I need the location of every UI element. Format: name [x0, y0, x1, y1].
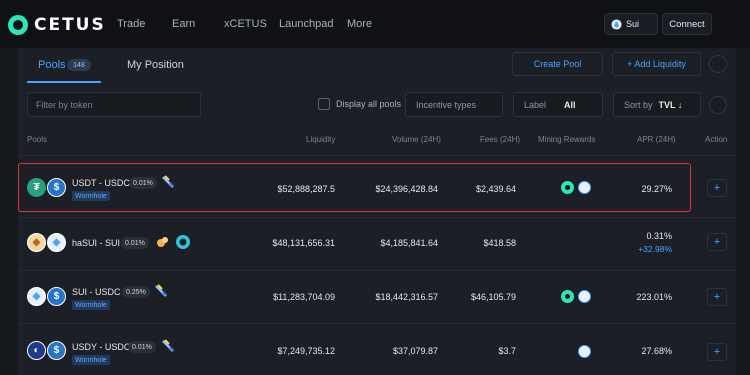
refresh-icon[interactable] — [709, 96, 727, 114]
create-pool-button[interactable]: Create Pool — [512, 52, 603, 76]
incentive-icon — [155, 284, 167, 297]
settings-icon[interactable] — [709, 55, 727, 73]
chain-name: Sui — [626, 19, 640, 29]
top-nav: CETUS Trade Earn xCETUS Launchpad More S… — [0, 0, 750, 48]
col-fees: Fees (24H) — [480, 135, 521, 144]
apr-value: 29.27% — [641, 184, 672, 194]
apr-value: 0.31% — [646, 231, 672, 241]
incentive-icon — [157, 237, 168, 247]
fees-value: $3.7 — [498, 346, 516, 356]
tab-pools[interactable]: Pools — [38, 59, 66, 71]
fee-tier-badge: 0.01% — [121, 237, 149, 249]
fee-tier-badge: 0.25% — [122, 286, 150, 298]
cetus-reward-icon — [561, 290, 574, 303]
volume-value: $18,442,316.57 — [375, 292, 438, 302]
fee-tier-badge: 0.01% — [129, 177, 157, 189]
fee-tier-badge: 0.01% — [128, 341, 156, 353]
incentive-icon — [162, 339, 174, 352]
apr-boost-value: +32.98% — [638, 244, 672, 254]
connect-button[interactable]: Connect — [662, 13, 712, 35]
col-mining-rewards: Mining Rewards — [538, 135, 596, 144]
liquidity-value: $7,249,735.12 — [277, 346, 335, 356]
col-volume: Volume (24H) — [392, 135, 441, 144]
col-liquidity: Liquidity — [306, 135, 336, 144]
sui-reward-icon — [578, 345, 591, 358]
cetus-reward-icon — [561, 181, 574, 194]
hasui-icon: ◆ — [27, 233, 46, 252]
sui-icon — [611, 18, 622, 30]
volume-value: $4,185,841.64 — [380, 238, 438, 248]
col-action: Action — [705, 135, 728, 144]
wormhole-badge: Wormhole — [72, 300, 110, 310]
add-liquidity-button[interactable]: + Add Liquidity — [612, 52, 701, 76]
volume-value: $37,079.87 — [392, 346, 438, 356]
cetus-logo-icon — [8, 15, 28, 35]
sort-select-value: TVL ↓ — [658, 99, 683, 110]
wormhole-badge: Wormhole — [72, 191, 110, 201]
usdc-icon: $ — [47, 287, 66, 306]
fees-value: $418.58 — [483, 238, 516, 248]
pair-name[interactable]: haSUI - SUI — [72, 238, 120, 248]
col-pools: Pools — [27, 135, 48, 144]
cetus-logo[interactable]: CETUS — [8, 14, 106, 36]
sort-select[interactable]: Sort by TVL ↓ — [613, 92, 701, 117]
display-all-label: Display all pools — [336, 99, 402, 109]
sui-icon: ◆ — [27, 287, 46, 306]
pair-name[interactable]: USDY - USDC — [72, 342, 130, 352]
fees-value: $2,439.64 — [475, 184, 516, 194]
chain-selector[interactable]: Sui — [604, 13, 658, 35]
nav-trade[interactable]: Trade — [117, 18, 145, 30]
nav-launchpad[interactable]: Launchpad — [279, 18, 333, 30]
label-select-value: All — [564, 99, 576, 110]
label-select[interactable]: Label All — [513, 92, 603, 117]
row-divider — [18, 270, 736, 271]
add-liquidity-row-button[interactable]: + — [707, 179, 727, 197]
apr-value: 27.68% — [641, 346, 672, 356]
nav-earn[interactable]: Earn — [172, 18, 195, 30]
liquidity-value: $11,283,704.09 — [273, 292, 335, 302]
liquidity-value: $52,888,287.5 — [277, 184, 335, 194]
liquidity-value: $48,131,656.31 — [272, 238, 335, 248]
sort-select-prefix: Sort by — [624, 99, 653, 110]
incentive-icon — [176, 235, 190, 249]
usdy-icon: ◐ — [27, 341, 46, 360]
filter-token-input[interactable]: Filter by token — [27, 92, 201, 117]
usdc-icon: $ — [47, 341, 66, 360]
usdc-icon: $ — [47, 178, 66, 197]
display-all-checkbox[interactable] — [318, 98, 330, 110]
nav-more[interactable]: More — [347, 18, 372, 30]
fees-value: $46,105.79 — [470, 292, 516, 302]
row-divider — [18, 217, 736, 218]
pair-name[interactable]: SUI - USDC — [72, 287, 121, 297]
pair-name[interactable]: USDT - USDC — [72, 178, 130, 188]
label-select-prefix: Label — [524, 99, 547, 110]
incentive-types-select[interactable]: Incentive types — [405, 92, 503, 117]
apr-value: 223.01% — [636, 292, 672, 302]
pools-count-badge: 148 — [67, 59, 91, 71]
sui-reward-icon — [578, 181, 591, 194]
sui-icon: ◆ — [47, 233, 66, 252]
col-apr: APR (24H) — [637, 135, 676, 144]
brand-name: CETUS — [34, 15, 106, 35]
active-tab-indicator — [27, 81, 101, 83]
nav-xcetus[interactable]: xCETUS — [224, 18, 267, 30]
row-divider — [18, 323, 736, 324]
add-liquidity-row-button[interactable]: + — [707, 288, 727, 306]
add-liquidity-row-button[interactable]: + — [707, 233, 727, 251]
incentive-icon — [162, 175, 174, 188]
add-liquidity-row-button[interactable]: + — [707, 343, 727, 361]
volume-value: $24,396,428.84 — [375, 184, 438, 194]
tab-my-position[interactable]: My Position — [127, 59, 184, 71]
sui-reward-icon — [578, 290, 591, 303]
wormhole-badge: Wormhole — [72, 355, 110, 365]
usdt-icon: ₮ — [27, 178, 46, 197]
header-divider — [18, 155, 736, 156]
